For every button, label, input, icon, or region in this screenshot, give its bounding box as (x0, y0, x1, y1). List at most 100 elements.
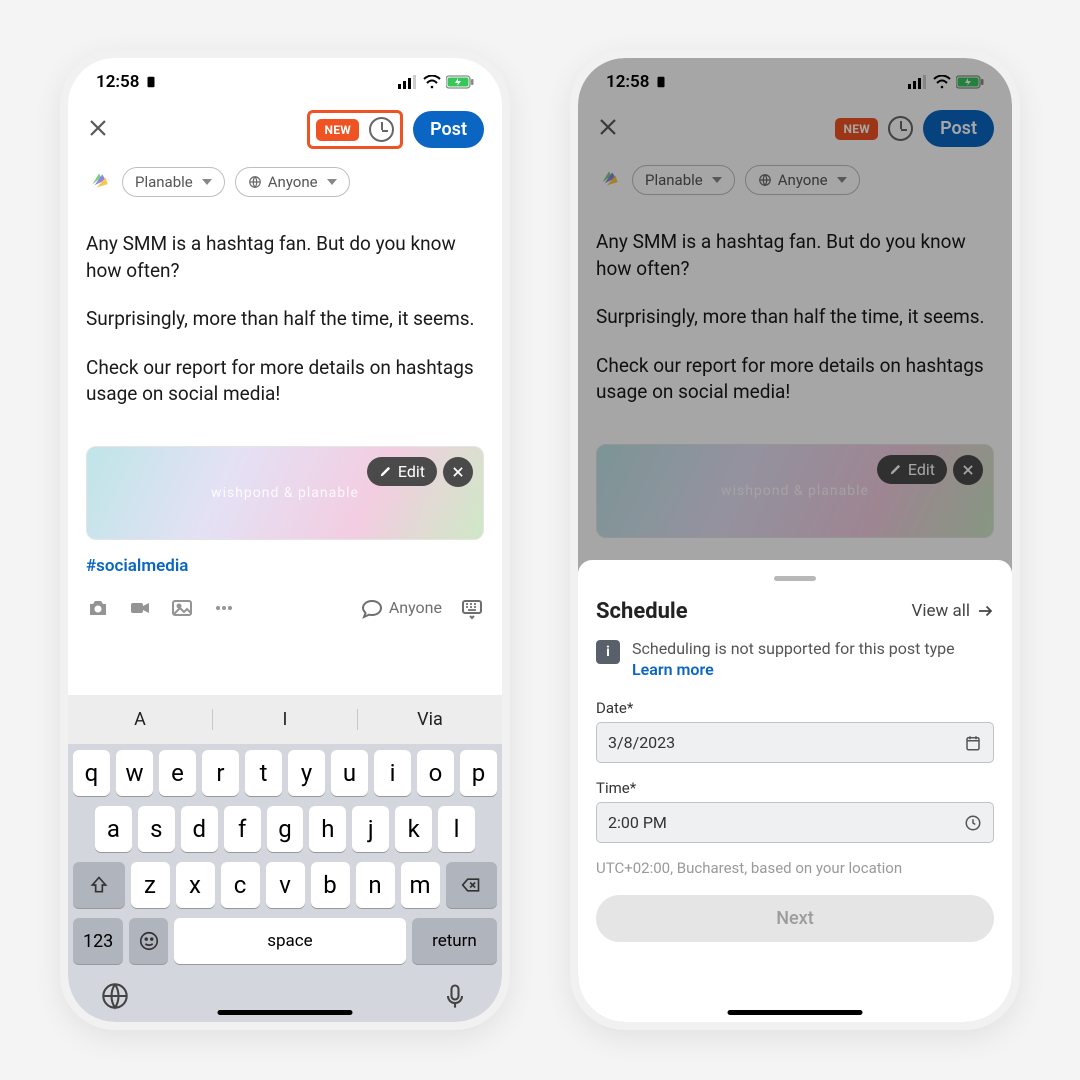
suggestion[interactable]: I (213, 709, 358, 730)
space-key[interactable]: space (174, 918, 406, 964)
key-t[interactable]: t (245, 750, 282, 796)
key-e[interactable]: e (159, 750, 196, 796)
visibility-label: Anyone (778, 171, 828, 189)
key-i[interactable]: i (374, 750, 411, 796)
key-w[interactable]: w (116, 750, 153, 796)
account-picker-pill[interactable]: Planable (122, 167, 225, 197)
sheet-title: Schedule (596, 599, 688, 624)
pencil-icon (379, 464, 393, 478)
arrow-right-icon (976, 602, 994, 620)
view-all-link[interactable]: View all (912, 601, 994, 621)
key-r[interactable]: r (202, 750, 239, 796)
key-a[interactable]: a (95, 806, 132, 852)
return-key[interactable]: return (412, 918, 497, 964)
mic-icon[interactable] (441, 982, 469, 1010)
emoji-key[interactable] (129, 918, 168, 964)
key-d[interactable]: d (181, 806, 218, 852)
suggestion[interactable]: A (68, 709, 213, 730)
key-p[interactable]: p (460, 750, 497, 796)
key-k[interactable]: k (395, 806, 432, 852)
key-u[interactable]: u (331, 750, 368, 796)
keyboard-collapse-icon[interactable] (460, 596, 484, 620)
close-button[interactable] (596, 115, 620, 143)
key-m[interactable]: m (401, 862, 440, 908)
close-icon (451, 465, 465, 479)
visibility-picker-pill[interactable]: Anyone (235, 167, 350, 197)
post-text-editor[interactable]: Any SMM is a hashtag fan. But do you kno… (68, 203, 502, 440)
key-b[interactable]: b (311, 862, 350, 908)
image-attachment[interactable]: wishpond & planable Edit (86, 446, 484, 540)
view-all-label: View all (912, 601, 970, 621)
key-j[interactable]: j (352, 806, 389, 852)
date-field[interactable]: 3/8/2023 (596, 722, 994, 763)
suggestion[interactable]: Via (358, 709, 502, 730)
post-paragraph: Surprisingly, more than half the time, i… (86, 306, 484, 333)
comment-visibility-chip[interactable]: Anyone (360, 596, 442, 620)
post-text-editor[interactable]: Any SMM is a hashtag fan. But do you kno… (578, 201, 1012, 438)
key-s[interactable]: s (138, 806, 175, 852)
numbers-key[interactable]: 123 (73, 918, 123, 964)
globe-icon (758, 173, 772, 187)
account-name: Planable (645, 171, 703, 189)
key-c[interactable]: c (221, 862, 260, 908)
next-button[interactable]: Next (596, 895, 994, 942)
info-banner: i Scheduling is not supported for this p… (596, 638, 994, 681)
more-icon[interactable] (212, 596, 236, 620)
cellular-icon (398, 75, 418, 89)
timezone-note: UTC+02:00, Bucharest, based on your loca… (596, 859, 994, 877)
key-g[interactable]: g (267, 806, 304, 852)
visibility-picker-pill[interactable]: Anyone (745, 165, 860, 195)
post-paragraph: Check our report for more details on has… (86, 355, 484, 408)
calendar-icon (964, 734, 982, 752)
post-button[interactable]: Post (923, 110, 994, 147)
camera-icon[interactable] (86, 596, 110, 620)
edit-label: Edit (908, 460, 935, 479)
brand-logo[interactable] (86, 169, 112, 195)
schedule-highlight-annotation: NEW (307, 110, 403, 149)
new-badge: NEW (316, 119, 359, 141)
edit-attachment-button[interactable]: Edit (367, 457, 437, 486)
caret-down-icon (202, 179, 212, 185)
key-x[interactable]: x (176, 862, 215, 908)
hashtag-link[interactable]: #socialmedia (68, 546, 502, 586)
edit-label: Edit (398, 462, 425, 481)
home-indicator[interactable] (218, 1010, 353, 1015)
time-field[interactable]: 2:00 PM (596, 802, 994, 843)
info-message: Scheduling is not supported for this pos… (632, 639, 955, 658)
key-q[interactable]: q (73, 750, 110, 796)
key-y[interactable]: y (288, 750, 325, 796)
key-v[interactable]: v (266, 862, 305, 908)
video-icon[interactable] (128, 596, 152, 620)
post-button[interactable]: Post (413, 111, 484, 148)
key-l[interactable]: l (438, 806, 475, 852)
edit-attachment-button[interactable]: Edit (877, 455, 947, 484)
key-h[interactable]: h (309, 806, 346, 852)
backspace-key[interactable] (446, 862, 498, 908)
location-indicator-icon (654, 75, 668, 89)
account-picker-pill[interactable]: Planable (632, 165, 735, 195)
close-button[interactable] (86, 116, 110, 144)
home-indicator[interactable] (728, 1010, 863, 1015)
learn-more-link[interactable]: Learn more (632, 660, 714, 679)
sheet-grabber[interactable] (774, 576, 816, 581)
remove-attachment-button[interactable] (443, 457, 473, 487)
key-o[interactable]: o (417, 750, 454, 796)
globe-keyboard-icon[interactable] (101, 982, 129, 1010)
caret-down-icon (712, 177, 722, 183)
key-f[interactable]: f (224, 806, 261, 852)
time-value: 2:00 PM (608, 813, 667, 832)
remove-attachment-button[interactable] (953, 455, 983, 485)
image-attachment[interactable]: wishpond & planable Edit (596, 444, 994, 538)
composer-meta-row: Planable Anyone (68, 161, 502, 203)
location-indicator-icon (144, 75, 158, 89)
post-paragraph: Surprisingly, more than half the time, i… (596, 304, 994, 331)
schedule-clock-icon[interactable] (369, 117, 394, 142)
brand-logo[interactable] (596, 167, 622, 193)
key-z[interactable]: z (131, 862, 170, 908)
shift-key[interactable] (73, 862, 125, 908)
attachment-branding: wishpond & planable (87, 485, 483, 501)
image-icon[interactable] (170, 596, 194, 620)
schedule-clock-icon[interactable] (888, 116, 913, 141)
caret-down-icon (837, 177, 847, 183)
key-n[interactable]: n (356, 862, 395, 908)
